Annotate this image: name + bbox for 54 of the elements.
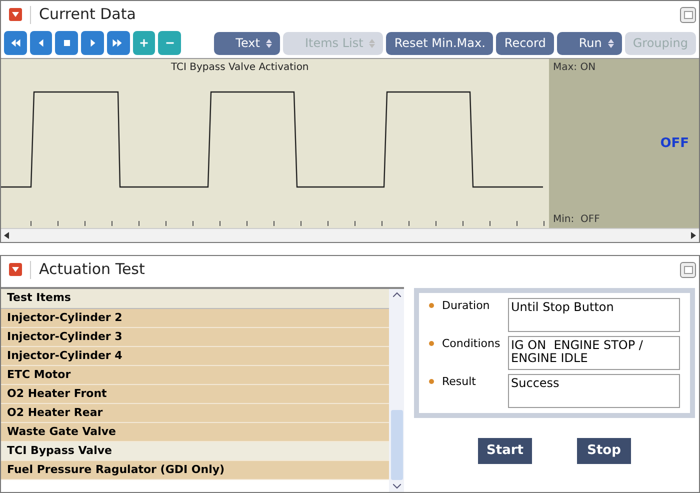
fast-forward-button[interactable]: [106, 31, 130, 55]
test-item[interactable]: O2 Heater Front: [1, 385, 389, 404]
maximize-icon[interactable]: [680, 6, 696, 22]
test-item[interactable]: Injector-Cylinder 3: [1, 328, 389, 347]
horizontal-scrollbar[interactable]: [1, 228, 699, 242]
test-item[interactable]: O2 Heater Rear: [1, 404, 389, 423]
dropdown-button[interactable]: Text: [214, 32, 280, 54]
test-item[interactable]: Injector-Cylinder 4: [1, 347, 389, 366]
plus-icon: [138, 37, 150, 49]
spinner-icon: [608, 38, 614, 48]
rewind-icon: [9, 37, 22, 49]
min-label: Min: OFF: [553, 213, 601, 227]
stop-button[interactable]: [55, 31, 78, 55]
spinner-icon: [266, 38, 272, 48]
current-value: OFF: [660, 134, 690, 153]
action-button[interactable]: Start: [478, 438, 532, 464]
test-item[interactable]: TCI Bypass Valve: [1, 442, 389, 461]
vertical-scrollbar[interactable]: [389, 289, 404, 492]
detail-field: IG ON ENGINE STOP / ENGINE IDLE: [508, 336, 680, 370]
maximize-icon[interactable]: [680, 262, 696, 278]
graph-title: TCI Bypass Valve Activation: [171, 61, 309, 75]
zoom-out-button[interactable]: [158, 31, 182, 55]
bullet-icon: [429, 379, 434, 384]
collapse-icon[interactable]: [9, 8, 22, 21]
bullet-icon: [429, 303, 434, 308]
max-label: Max: ON: [553, 61, 597, 75]
scroll-left-icon[interactable]: [4, 232, 9, 239]
scroll-right-icon[interactable]: [691, 232, 696, 239]
zoom-in-button[interactable]: [132, 31, 156, 55]
detail-label: Result: [442, 374, 477, 390]
toolbar-button[interactable]: Reset Min.Max.: [386, 32, 494, 54]
panel-title: Current Data: [39, 4, 136, 26]
play-button[interactable]: [81, 31, 104, 55]
toolbar-button[interactable]: Record: [496, 32, 554, 54]
collapse-icon[interactable]: [9, 263, 22, 276]
spinner-icon: [369, 38, 376, 48]
fast-forward-icon: [112, 37, 124, 49]
test-item[interactable]: Injector-Cylinder 2: [1, 309, 389, 328]
detail-label: Duration: [442, 298, 491, 314]
detail-field: Until Stop Button: [508, 298, 680, 332]
test-item[interactable]: Waste Gate Valve: [1, 423, 389, 442]
detail-label: Conditions: [442, 336, 502, 352]
bullet-icon: [429, 341, 434, 346]
test-item[interactable]: ETC Motor: [1, 366, 389, 385]
action-button[interactable]: Stop: [577, 438, 631, 464]
previous-button[interactable]: [30, 31, 52, 55]
test-item[interactable]: Fuel Pressure Ragulator (GDI Only): [1, 461, 389, 480]
scroll-up-icon[interactable]: [392, 292, 400, 297]
detail-field: Success: [508, 374, 680, 408]
panel-title: Actuation Test: [39, 259, 145, 280]
rewind-button[interactable]: [4, 31, 27, 55]
dropdown-button[interactable]: Run: [556, 32, 622, 54]
column-header: Test Items: [1, 289, 389, 309]
scroll-down-icon[interactable]: [392, 484, 400, 489]
